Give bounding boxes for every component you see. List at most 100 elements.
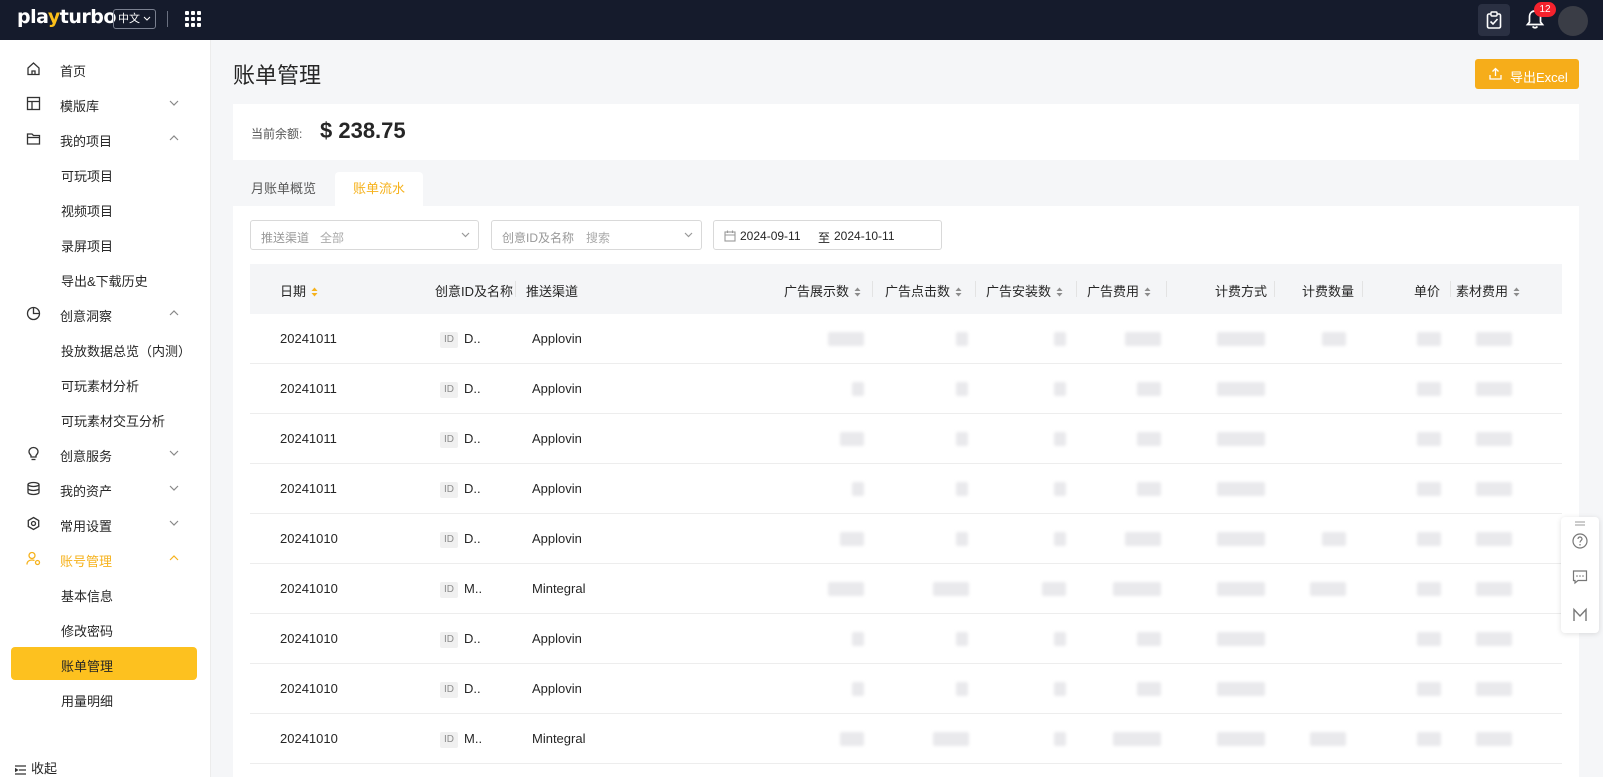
date-range-picker[interactable]: 2024-09-11 至 2024-10-11 — [713, 220, 942, 250]
cell-creative[interactable]: ID D.. — [440, 431, 481, 448]
divider — [167, 11, 168, 27]
table-row[interactable]: 20241010 ID M.. Mintegral — [250, 564, 1562, 614]
sidebar-item-billing[interactable]: 账单管理 — [11, 647, 197, 680]
sidebar-item-export-history[interactable]: 导出&下载历史 — [11, 262, 197, 295]
date-end[interactable]: 2024-10-11 — [834, 229, 895, 243]
tab-billing-flow[interactable]: 账单流水 — [335, 172, 424, 206]
chevron-down-icon — [143, 16, 151, 21]
cell-creative[interactable]: ID D.. — [440, 381, 481, 398]
redacted-value — [1125, 532, 1161, 546]
column-divider — [1362, 281, 1363, 297]
cell-creative[interactable]: ID D.. — [440, 331, 481, 348]
drag-handle-icon[interactable] — [1572, 521, 1588, 527]
table-row[interactable]: 20241011 ID D.. Applovin — [250, 414, 1562, 464]
chevron-down-icon — [169, 520, 179, 526]
sidebar-item-label: 可玩素材交互分析 — [61, 414, 166, 429]
cell-creative[interactable]: ID D.. — [440, 531, 481, 548]
sidebar-item-delivery-overview[interactable]: 投放数据总览（内测） — [11, 332, 197, 365]
sort-icon — [311, 287, 318, 297]
export-excel-button[interactable]: 导出Excel — [1475, 59, 1579, 89]
id-tag: ID — [440, 582, 458, 598]
sidebar-item-label: 账号管理 — [60, 554, 113, 569]
cell-channel: Applovin — [532, 431, 582, 446]
sidebar-item-my-projects[interactable]: 我的项目 — [11, 122, 197, 155]
sidebar-item-account[interactable]: 账号管理 — [11, 542, 197, 575]
redacted-value — [828, 332, 864, 346]
sidebar-item-home[interactable]: 首页 — [11, 52, 197, 85]
table-row[interactable]: 20241010 ID D.. Applovin — [250, 514, 1562, 564]
sidebar-item-playable-analysis[interactable]: 可玩素材分析 — [11, 367, 197, 400]
apps-grid-icon[interactable] — [184, 10, 202, 28]
redacted-value — [1217, 632, 1265, 646]
table-row[interactable]: 20241010 ID D.. Applovin — [250, 664, 1562, 714]
sidebar-item-change-password[interactable]: 修改密码 — [11, 612, 197, 645]
column-divider — [515, 281, 516, 297]
cell-creative[interactable]: ID D.. — [440, 481, 481, 498]
redacted-value — [1476, 532, 1512, 546]
date-separator: 至 — [818, 231, 831, 245]
redacted-value — [1125, 332, 1161, 346]
id-tag: ID — [440, 732, 458, 748]
sidebar-item-my-assets[interactable]: 我的资产 — [11, 472, 197, 505]
column-creative: 创意ID及名称 — [435, 281, 513, 300]
redacted-value — [956, 532, 968, 546]
sidebar-item-creative-insights[interactable]: 创意洞察 — [11, 297, 197, 330]
table-row[interactable]: 20241011 ID D.. Applovin — [250, 464, 1562, 514]
cell-creative[interactable]: ID M.. — [440, 581, 482, 598]
calendar-icon — [724, 230, 736, 242]
table-row[interactable]: 20241010 ID M.. Mintegral — [250, 714, 1562, 764]
sidebar-item-settings[interactable]: 常用设置 — [11, 507, 197, 540]
avatar[interactable] — [1558, 6, 1588, 36]
sidebar-item-basic-info[interactable]: 基本信息 — [11, 577, 197, 610]
sidebar-item-playable-projects[interactable]: 可玩项目 — [11, 157, 197, 190]
sidebar-item-usage-details[interactable]: 用量明细 — [11, 682, 197, 715]
cell-date: 20241011 — [280, 381, 337, 396]
creative-search-select[interactable]: 创意ID及名称 搜索 — [491, 220, 702, 250]
date-start[interactable]: 2024-09-11 — [740, 229, 801, 243]
chat-icon[interactable] — [1572, 569, 1588, 585]
column-date[interactable]: 日期 — [280, 281, 318, 300]
playturbo-logo[interactable]: playturbo — [17, 6, 116, 28]
redacted-value — [1054, 482, 1066, 496]
column-clicks[interactable]: 广告点击数 — [885, 281, 962, 300]
sidebar-item-label: 我的项目 — [60, 134, 113, 149]
redacted-value — [840, 732, 864, 746]
redacted-value — [1113, 732, 1161, 746]
column-unit-price: 单价 — [1414, 281, 1440, 300]
lightbulb-icon — [28, 446, 39, 461]
language-select[interactable]: 中文 — [113, 9, 157, 29]
cell-creative[interactable]: ID M.. — [440, 731, 482, 748]
task-button[interactable] — [1478, 4, 1510, 36]
creative-name: D.. — [464, 681, 481, 696]
column-ad-cost[interactable]: 广告费用 — [1087, 281, 1151, 300]
column-label: 计费方式 — [1215, 284, 1268, 299]
id-tag: ID — [440, 382, 458, 398]
sidebar-item-interaction-analysis[interactable]: 可玩素材交互分析 — [11, 402, 197, 435]
table-row[interactable]: 20241011 ID D.. Applovin — [250, 314, 1562, 364]
table-row[interactable]: 20241010 ID D.. Applovin — [250, 614, 1562, 664]
mail-icon[interactable] — [1572, 607, 1588, 623]
collapse-sidebar-button[interactable]: 收起 — [14, 758, 57, 777]
column-billing-qty: 计费数量 — [1302, 281, 1354, 300]
channel-select[interactable]: 推送渠道 全部 — [250, 220, 479, 250]
redacted-value — [1476, 682, 1512, 696]
redacted-value — [1217, 482, 1265, 496]
redacted-value — [1417, 532, 1441, 546]
column-impressions[interactable]: 广告展示数 — [784, 281, 861, 300]
sidebar-item-recording-projects[interactable]: 录屏项目 — [11, 227, 197, 260]
sidebar-item-label: 可玩项目 — [61, 169, 114, 184]
sidebar: 首页 模版库 我的项目 可玩项目 视频项目 录屏项目 导出&下载历史 创意洞察 … — [0, 40, 211, 777]
table-row[interactable]: 20241011 ID D.. Applovin — [250, 364, 1562, 414]
sidebar-item-video-projects[interactable]: 视频项目 — [11, 192, 197, 225]
sidebar-item-creative-services[interactable]: 创意服务 — [11, 437, 197, 470]
sidebar-item-label: 修改密码 — [61, 624, 114, 639]
redacted-value — [1054, 532, 1066, 546]
cell-creative[interactable]: ID D.. — [440, 631, 481, 648]
tab-monthly-overview[interactable]: 月账单概览 — [233, 172, 334, 206]
column-installs[interactable]: 广告安装数 — [986, 281, 1063, 300]
sidebar-item-templates[interactable]: 模版库 — [11, 87, 197, 120]
cell-creative[interactable]: ID D.. — [440, 681, 481, 698]
column-material-cost[interactable]: 素材费用 — [1456, 281, 1520, 300]
help-icon[interactable] — [1572, 533, 1588, 549]
redacted-value — [1054, 382, 1066, 396]
